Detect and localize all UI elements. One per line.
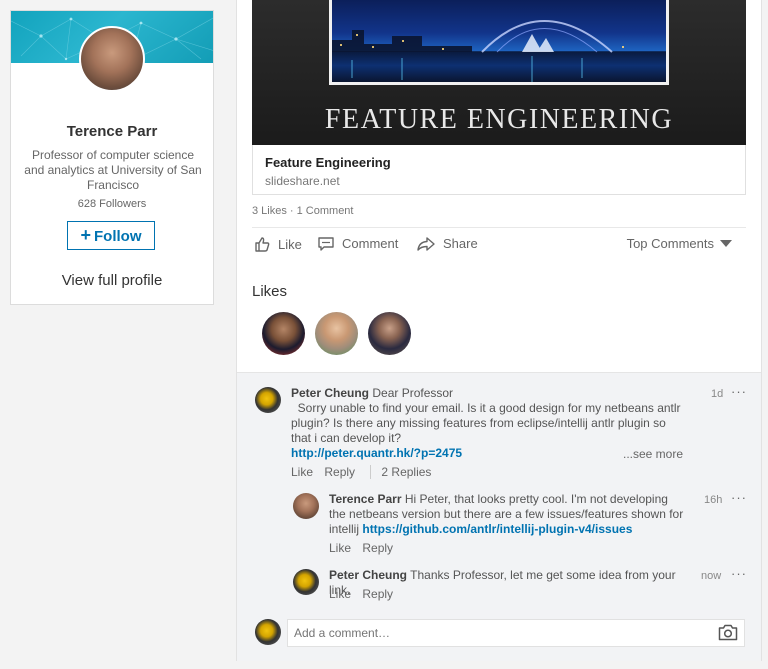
comment-text-lead: Dear Professor <box>372 386 454 400</box>
comment-label: Comment <box>342 236 399 251</box>
follow-button[interactable]: + Follow <box>67 221 155 250</box>
comment-reply-button[interactable]: Reply <box>324 465 355 479</box>
article-thumbnail[interactable]: FEATURE ENGINEERING <box>252 0 746 145</box>
article-title[interactable]: Feature Engineering <box>265 155 391 170</box>
article-image-title: FEATURE ENGINEERING <box>324 104 674 135</box>
liker-avatar[interactable] <box>262 312 305 355</box>
reply-timestamp: 16h <box>704 494 723 506</box>
see-more-link[interactable]: ...see more <box>623 447 683 461</box>
reply-author[interactable]: Terence Parr <box>329 492 402 506</box>
comment-icon <box>318 236 334 251</box>
reply-reply-button[interactable]: Reply <box>362 587 393 601</box>
camera-icon[interactable] <box>718 624 738 641</box>
harbour-night-photo <box>329 0 669 85</box>
reply-reply-button[interactable]: Reply <box>362 541 393 555</box>
post-action-bar: Like Comment Share Top Comments <box>252 236 746 258</box>
post-card: FEATURE ENGINEERING Feature Engineering … <box>237 0 761 661</box>
share-button[interactable]: Share <box>417 236 478 251</box>
article-link-card[interactable]: Feature Engineering slideshare.net <box>252 145 746 195</box>
social-counts[interactable]: 3 Likes · 1 Comment <box>252 205 353 217</box>
city-skyline-icon <box>332 20 624 82</box>
comment-like-button[interactable]: Like <box>291 465 313 479</box>
comment-text: Sorry unable to find your email. Is it a… <box>291 401 684 445</box>
comments-section: Peter Cheung Dear Professor Sorry unable… <box>237 372 761 661</box>
reply-author-avatar[interactable] <box>293 493 319 519</box>
more-options-icon[interactable]: ··· <box>731 384 747 399</box>
profile-avatar[interactable] <box>79 26 145 92</box>
profile-name[interactable]: Terence Parr <box>11 123 213 140</box>
comment-button[interactable]: Comment <box>318 236 398 251</box>
like-label: Like <box>278 236 302 252</box>
follow-label: Follow <box>94 228 142 245</box>
thumbs-up-icon <box>255 237 270 252</box>
more-options-icon[interactable]: ··· <box>731 566 747 581</box>
divider <box>252 227 746 228</box>
reply-like-button[interactable]: Like <box>329 587 351 601</box>
share-label: Share <box>443 236 478 251</box>
liker-avatar[interactable] <box>315 312 358 355</box>
comment-timestamp: 1d <box>711 388 724 400</box>
article-domain: slideshare.net <box>265 174 340 188</box>
view-full-profile-link[interactable]: View full profile <box>11 272 213 289</box>
caret-down-icon <box>720 239 732 247</box>
like-button[interactable]: Like <box>254 236 302 252</box>
follower-count: 628 Followers <box>77 198 147 210</box>
profile-card: Terence Parr Professor of computer scien… <box>10 10 214 305</box>
view-replies-button[interactable]: 2 Replies <box>370 465 432 479</box>
reply-body: Terence Parr Hi Peter, that looks pretty… <box>329 492 687 537</box>
comment-sort-label: Top Comments <box>626 236 714 251</box>
commenter-avatar[interactable] <box>255 387 281 413</box>
add-comment-input[interactable] <box>287 619 745 647</box>
reply-actions: Like Reply <box>329 541 393 555</box>
comment-link[interactable]: http://peter.quantr.hk/?p=2475 <box>291 446 462 460</box>
comment-author[interactable]: Peter Cheung <box>291 386 369 400</box>
more-options-icon[interactable]: ··· <box>731 490 747 505</box>
reply-actions: Like Reply <box>329 587 393 601</box>
reply-link[interactable]: https://github.com/antlr/intellij-plugin… <box>362 522 632 536</box>
profile-headline: Professor of computer science and analyt… <box>24 148 202 192</box>
current-user-avatar <box>255 619 281 645</box>
reply-author[interactable]: Peter Cheung <box>329 568 407 582</box>
likes-heading: Likes <box>252 283 288 300</box>
reply-timestamp: now <box>701 570 722 582</box>
plus-icon: + <box>80 225 91 245</box>
liker-avatar[interactable] <box>368 312 411 355</box>
share-arrow-icon <box>417 236 435 251</box>
reply-like-button[interactable]: Like <box>329 541 351 555</box>
comment-actions: Like Reply 2 Replies <box>291 465 432 479</box>
comment-sort-dropdown[interactable]: Top Comments <box>627 236 732 251</box>
reply-author-avatar[interactable] <box>293 569 319 595</box>
